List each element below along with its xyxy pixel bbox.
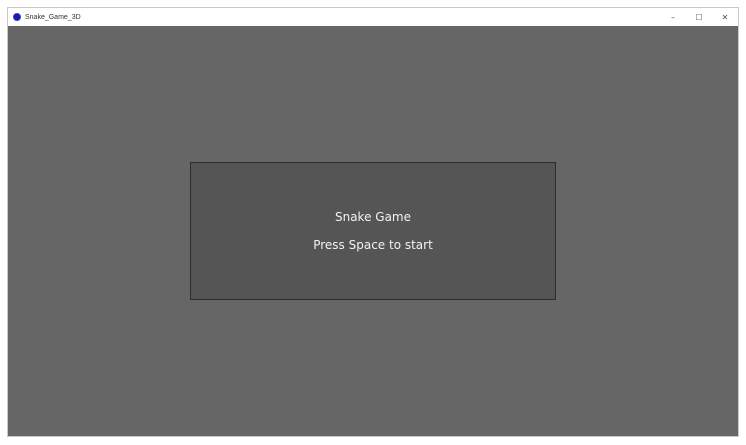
- minimize-icon: –: [671, 12, 675, 22]
- minimize-button[interactable]: –: [660, 8, 686, 26]
- window-controls: – ☐ ✕: [660, 8, 738, 26]
- game-title: Snake Game: [334, 210, 412, 224]
- maximize-button[interactable]: ☐: [686, 8, 712, 26]
- close-button[interactable]: ✕: [712, 8, 738, 26]
- start-prompt: Press Space to start: [313, 238, 433, 252]
- start-menu-panel: Snake Game Press Space to start: [190, 162, 556, 300]
- maximize-icon: ☐: [695, 12, 703, 22]
- title-bar[interactable]: Snake_Game_3D – ☐ ✕: [8, 8, 738, 26]
- close-icon: ✕: [721, 12, 729, 22]
- app-window: Snake_Game_3D – ☐ ✕ Snake Game Press Spa…: [7, 7, 739, 437]
- window-title: Snake_Game_3D: [25, 13, 81, 21]
- game-canvas[interactable]: Snake Game Press Space to start: [8, 26, 738, 436]
- app-logo-icon: [13, 13, 21, 21]
